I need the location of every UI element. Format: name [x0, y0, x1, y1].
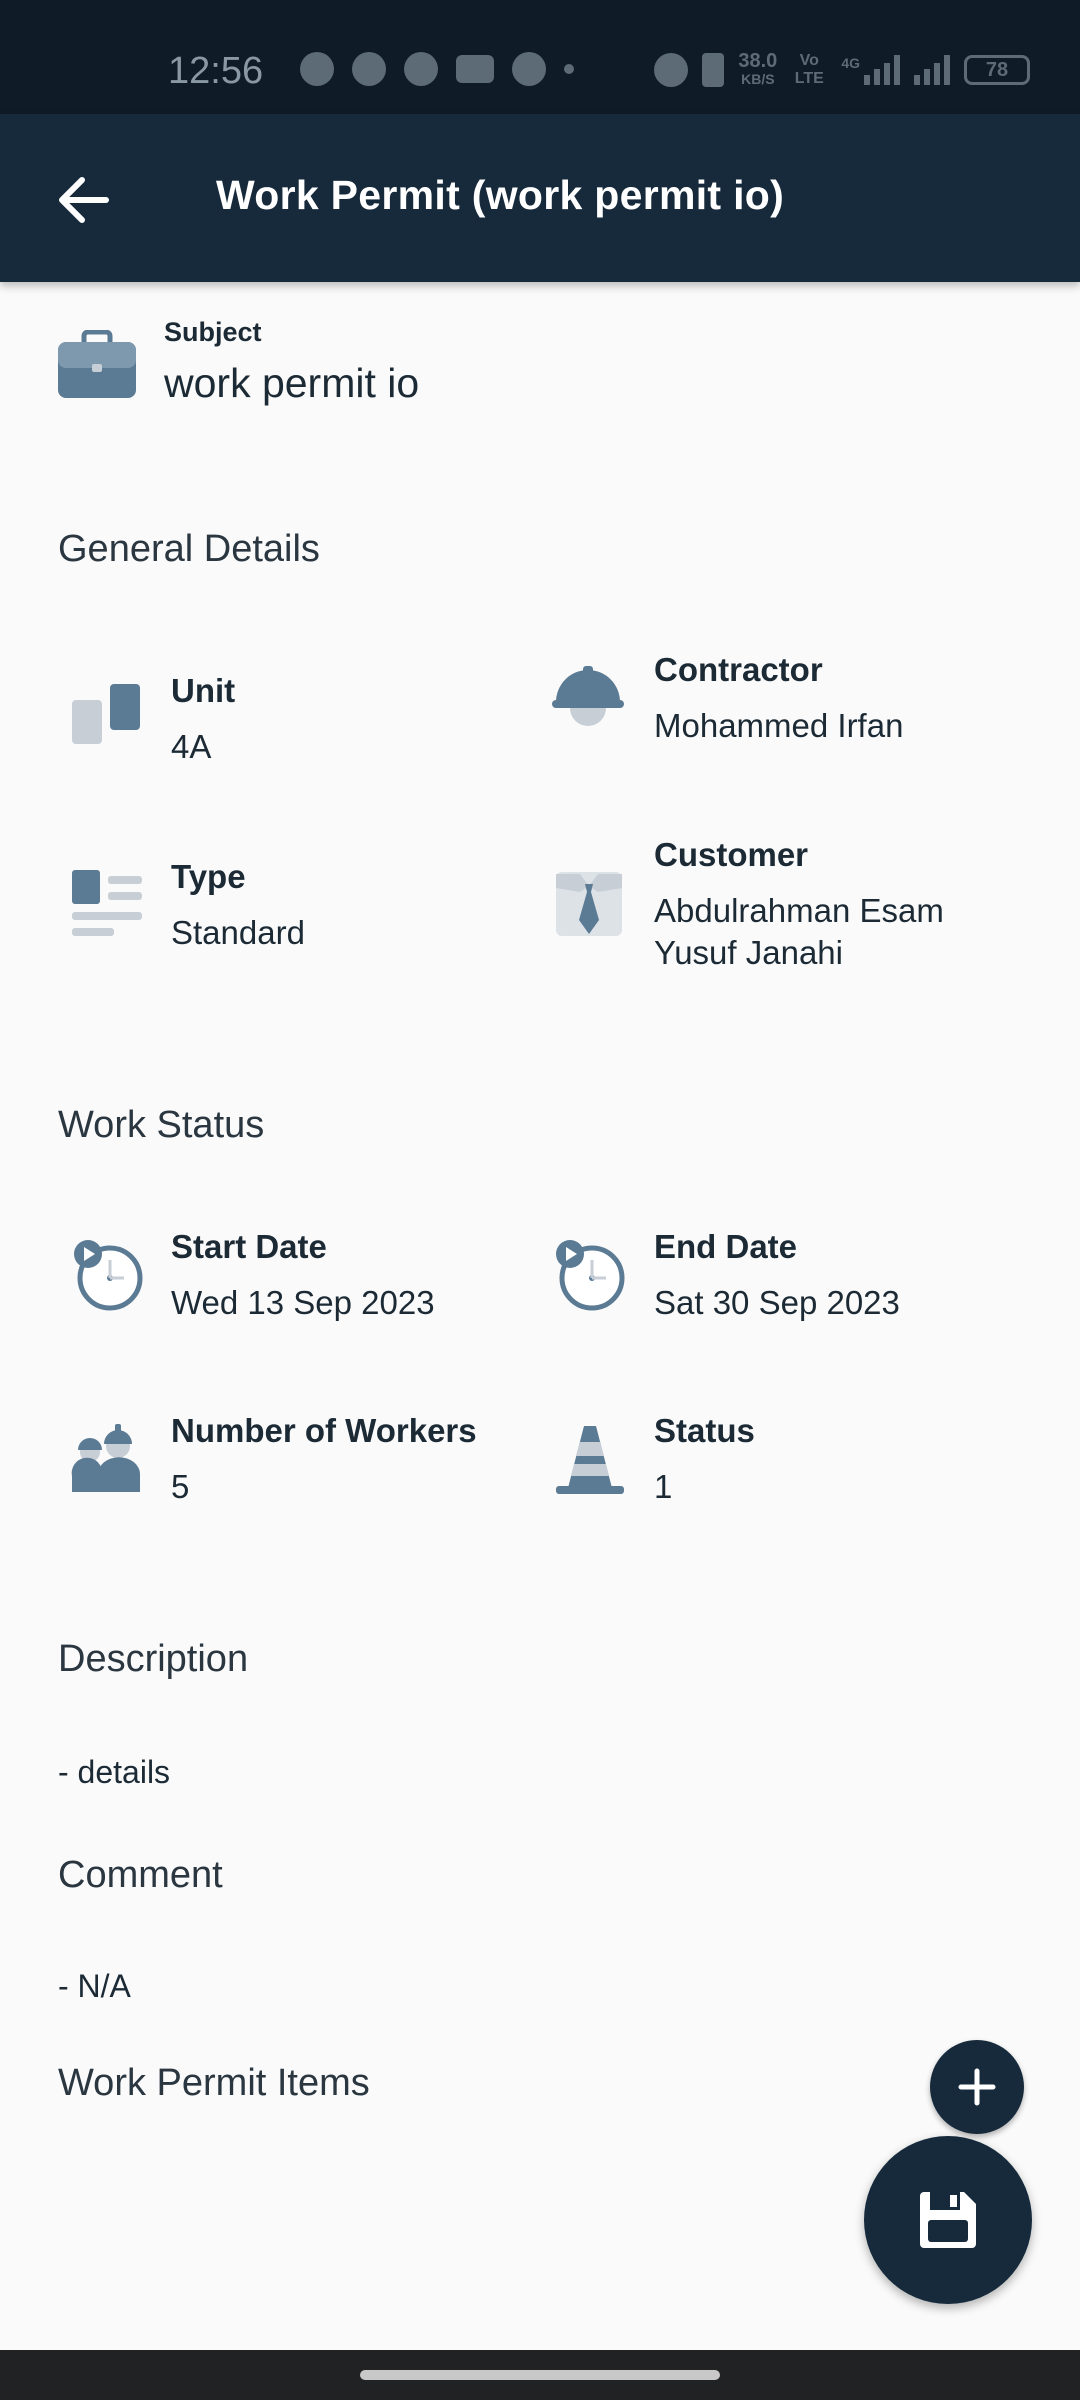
- volte-badge: Vo LTE: [794, 52, 824, 87]
- customer-value-line1: Abdulrahman Esam: [654, 892, 944, 929]
- battery-icon: 78: [964, 55, 1030, 85]
- back-button[interactable]: [48, 164, 120, 236]
- customer-label: Customer: [654, 836, 809, 873]
- bluetooth-icon: [702, 53, 725, 87]
- unit-blocks-icon: [70, 680, 146, 756]
- customer-value-line2: Yusuf Janahi: [654, 934, 843, 971]
- net-speed: 38.0 KB/S: [738, 50, 778, 87]
- status-bar: 12:56 38.0 KB/S Vo LTE 4G 78: [0, 0, 1080, 114]
- pinterest-icon: [512, 52, 546, 86]
- signal-icon: [914, 55, 950, 85]
- work-permit-items-title: Work Permit Items: [58, 2062, 370, 2104]
- floppy-disk-icon: [920, 2192, 976, 2248]
- unit-label: Unit: [171, 672, 236, 709]
- signal-4g-icon: 4G: [841, 55, 900, 85]
- more-dot-icon: [564, 64, 574, 74]
- list-type-icon: [70, 868, 146, 944]
- type-label: Type: [171, 858, 246, 895]
- workers-icon: [70, 1420, 146, 1496]
- general-details-title: General Details: [58, 528, 320, 570]
- description-value: - details: [58, 1754, 171, 1790]
- network-label: 4G: [841, 55, 860, 71]
- clock-end-icon: [552, 1238, 628, 1314]
- work-status-title: Work Status: [58, 1104, 265, 1146]
- traffic-cone-icon: [552, 1422, 628, 1498]
- whatsapp-icon: [300, 52, 334, 86]
- plus-icon: [958, 2068, 996, 2106]
- clock-start-icon: [70, 1238, 146, 1314]
- description-title: Description: [58, 1638, 249, 1680]
- alarm-icon: [654, 53, 689, 87]
- home-gesture-handle[interactable]: [360, 2370, 720, 2380]
- system-nav-bar: [0, 2350, 1080, 2400]
- save-button[interactable]: [864, 2136, 1032, 2304]
- comment-value: - N/A: [58, 1968, 131, 2004]
- status-label: Status: [654, 1412, 755, 1449]
- app-bar: Work Permit (work permit io): [0, 114, 1080, 282]
- end-date-value: Sat 30 Sep 2023: [654, 1284, 900, 1321]
- unit-value: 4A: [171, 728, 212, 765]
- add-item-button[interactable]: [930, 2040, 1024, 2134]
- chat-icon: [404, 52, 438, 86]
- subject-label: Subject: [164, 317, 262, 347]
- type-value: Standard: [171, 914, 305, 951]
- status-value: 1: [654, 1468, 673, 1505]
- status-time: 12:56: [168, 50, 264, 92]
- contractor-label: Contractor: [654, 651, 823, 688]
- arrow-left-icon: [59, 177, 109, 223]
- comment-title: Comment: [58, 1854, 223, 1896]
- telegram-icon: [352, 52, 386, 86]
- start-date-value: Wed 13 Sep 2023: [171, 1284, 435, 1321]
- shirt-tie-icon: [552, 866, 628, 942]
- workers-value: 5: [171, 1468, 190, 1505]
- page-title: Work Permit (work permit io): [216, 172, 785, 218]
- system-icons: 38.0 KB/S Vo LTE 4G 78: [654, 50, 1030, 88]
- youtube-icon: [456, 55, 494, 83]
- end-date-label: End Date: [654, 1228, 798, 1265]
- subject-value: work permit io: [164, 360, 420, 406]
- notification-icons: [300, 52, 574, 86]
- hard-hat-icon: [550, 660, 626, 736]
- workers-label: Number of Workers: [171, 1412, 477, 1449]
- briefcase-icon: [58, 329, 136, 405]
- start-date-label: Start Date: [171, 1228, 327, 1265]
- contractor-value: Mohammed Irfan: [654, 707, 904, 744]
